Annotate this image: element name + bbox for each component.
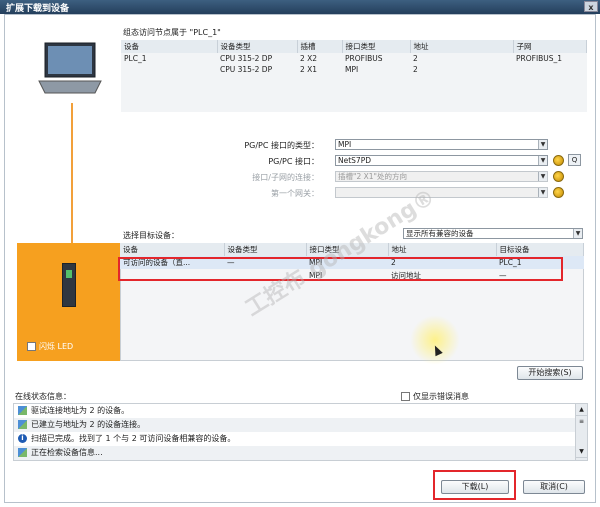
chevron-down-icon[interactable]: ▼ (573, 229, 582, 238)
table-row[interactable]: PLC_1 CPU 315-2 DP 2 X2 PROFIBUS 2 PROFI… (121, 53, 587, 64)
col-slot: 插槽 (297, 40, 343, 53)
col-device: 设备 (120, 243, 225, 256)
highlight-download-button (433, 470, 516, 500)
col-device: 设备 (121, 40, 218, 53)
chevron-down-icon[interactable]: ▼ (538, 140, 547, 149)
status-list[interactable]: 驱试连接地址为 2 的设备。 已建立与地址为 2 的设备连接。 i 扫描已完成。找… (13, 403, 588, 461)
scroll-down-icon[interactable]: ▼ (576, 446, 587, 458)
pgpc-type-select[interactable]: MPI ▼ (335, 139, 548, 150)
col-target-device: 目标设备 (496, 243, 584, 256)
pgpc-interface-select[interactable]: NetS7PD ▼ (335, 155, 548, 166)
chevron-down-icon[interactable]: ▼ (538, 172, 547, 181)
connection-line (71, 103, 73, 258)
config-section-label: 组态访问节点属于 "PLC_1" (123, 28, 221, 37)
subnet-connection-label: 接口/子网的连接： (252, 173, 319, 182)
close-icon[interactable]: x (584, 1, 598, 12)
col-interface-type: 接口类型 (342, 40, 411, 53)
col-device-type: 设备类型 (224, 243, 307, 256)
window-title: 扩展下载到设备 (6, 4, 70, 14)
col-address: 地址 (388, 243, 497, 256)
network-icon (18, 420, 27, 429)
pc-icon (38, 42, 102, 94)
cancel-button[interactable]: 取消(C) (523, 480, 585, 494)
cursor-highlight (410, 315, 460, 365)
search-icon[interactable]: Q (568, 154, 581, 166)
properties-icon[interactable] (553, 155, 564, 166)
list-item: 正在检索设备信息... (14, 446, 587, 460)
list-item: 已建立与地址为 2 的设备连接。 (14, 418, 587, 432)
properties-icon[interactable] (553, 187, 564, 198)
scroll-up-icon[interactable]: ▲ (576, 404, 587, 416)
col-address: 地址 (410, 40, 514, 53)
subnet-connection-select[interactable]: 插槽"2 X1"处的方向 ▼ (335, 171, 548, 182)
checkbox-icon[interactable] (27, 342, 36, 351)
gateway-select[interactable]: ▼ (335, 187, 548, 198)
gateway-label: 第一个网关： (271, 189, 319, 198)
chevron-down-icon[interactable]: ▼ (538, 188, 547, 197)
scroll-track[interactable]: ≡ (576, 416, 587, 446)
title-bar: 扩展下载到设备 x (0, 0, 600, 14)
col-subnet: 子网 (513, 40, 587, 53)
target-device-panel: 闪烁 LED (17, 243, 120, 361)
checkbox-icon[interactable] (401, 392, 410, 401)
dialog-body: 组态访问节点属于 "PLC_1" 设备 设备类型 插槽 接口类型 地址 子网 P… (4, 14, 596, 503)
device-filter-select[interactable]: 显示所有兼容的设备 ▼ (403, 228, 583, 239)
network-icon (18, 448, 27, 457)
chevron-down-icon[interactable]: ▼ (538, 156, 547, 165)
pgpc-interface-label: PG/PC 接口： (268, 157, 319, 166)
info-icon: i (18, 434, 27, 443)
config-table: 设备 设备类型 插槽 接口类型 地址 子网 PLC_1 CPU 315-2 DP… (121, 40, 587, 75)
flash-led-checkbox[interactable]: 闪烁 LED (27, 341, 73, 352)
start-search-button[interactable]: 开始搜索(S) (517, 366, 583, 380)
target-section-label: 选择目标设备： (123, 231, 179, 240)
pgpc-type-label: PG/PC 接口的类型： (244, 141, 319, 150)
scrollbar[interactable]: ▲ ≡ ▼ (575, 404, 587, 460)
plc-icon (62, 263, 76, 307)
status-section-label: 在线状态信息： (15, 392, 71, 401)
network-icon (18, 406, 27, 415)
table-row[interactable]: CPU 315-2 DP 2 X1 MPI 2 (121, 64, 587, 75)
col-device-type: 设备类型 (217, 40, 298, 53)
list-item: i 扫描已完成。找到了 1 个与 2 可访问设备相兼容的设备。 (14, 432, 587, 446)
errors-only-checkbox[interactable]: 仅显示错误消息 (401, 391, 469, 402)
list-item: 驱试连接地址为 2 的设备。 (14, 404, 587, 418)
properties-icon[interactable] (553, 171, 564, 182)
